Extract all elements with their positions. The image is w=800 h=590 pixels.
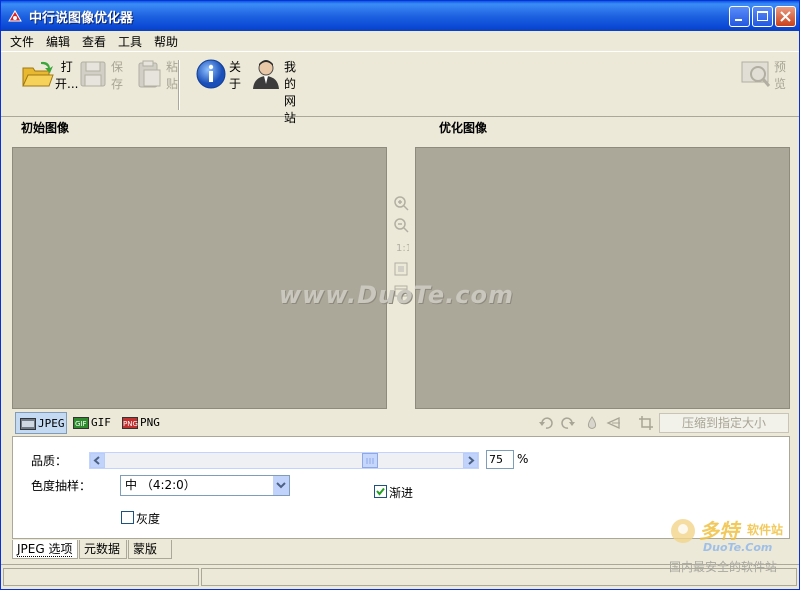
zoom-in-icon[interactable]: [393, 195, 409, 211]
menu-tools[interactable]: 工具: [118, 33, 142, 50]
grayscale-checkbox[interactable]: [121, 511, 134, 524]
maximize-button[interactable]: [752, 6, 773, 27]
subsampling-label: 色度抽样：: [31, 479, 92, 493]
quality-unit: %: [517, 452, 529, 466]
menu-edit[interactable]: 编辑: [46, 33, 70, 50]
undo-icon[interactable]: [538, 415, 554, 431]
png-file-icon: PNG: [122, 417, 138, 429]
zoom-controls: 1:1: [387, 147, 415, 409]
title-bar[interactable]: 中行说图像优化器: [1, 1, 799, 31]
preview-magnifier-icon: [741, 61, 771, 87]
fit-window-icon[interactable]: [393, 261, 409, 277]
paste-button[interactable]: 粘贴: [128, 58, 178, 93]
close-icon: [780, 11, 791, 22]
subsampling-value: 中 （4:2:0）: [125, 478, 196, 492]
tab-jpeg-options[interactable]: JPEG 选项: [12, 540, 78, 559]
progressive-label: 渐进: [389, 486, 414, 500]
chevron-right-icon: [468, 456, 475, 465]
logo-url-text: DuoTe.Com: [703, 541, 773, 554]
subsampling-select[interactable]: 中 （4:2:0）: [120, 475, 290, 496]
site-watermark: www.DuoTe.com: [279, 281, 514, 309]
logo-tagline: 国内最安全的软件站: [669, 560, 778, 574]
toolbar-separator: [178, 60, 180, 110]
chevron-down-icon: [276, 482, 286, 489]
redo-icon[interactable]: [560, 415, 576, 431]
info-icon: [196, 59, 226, 89]
duote-logo-watermark: 多特 软件站 DuoTe.Com 国内最安全的软件站: [669, 513, 793, 577]
color-drop-icon[interactable]: [584, 415, 600, 431]
crop-icon[interactable]: [638, 415, 654, 431]
svg-text:1:1: 1:1: [396, 243, 409, 254]
chevron-left-icon: [93, 456, 100, 465]
optimized-image-heading: 优化图像: [439, 121, 488, 135]
open-button[interactable]: 打开...: [15, 58, 78, 93]
minimize-button[interactable]: [729, 6, 750, 27]
menu-view[interactable]: 查看: [82, 33, 106, 50]
menu-bar: 文件 编辑 查看 工具 帮助: [1, 31, 799, 51]
tab-jpeg[interactable]: JPEG: [15, 412, 67, 434]
slider-thumb[interactable]: [362, 453, 378, 468]
grayscale-label: 灰度: [136, 512, 161, 526]
about-button[interactable]: 关于: [191, 58, 241, 93]
close-button[interactable]: [775, 6, 796, 27]
minimize-icon: [735, 19, 742, 21]
gif-file-icon: GIF: [73, 417, 89, 429]
toolbar: 打开... 保存 粘贴 关于 我的网站 预览: [1, 51, 799, 125]
save-disk-icon: [80, 61, 106, 87]
jpeg-file-icon: [20, 418, 36, 430]
preview-button[interactable]: 预览: [737, 58, 786, 93]
quality-label: 品质：: [31, 454, 68, 468]
compress-to-size-button[interactable]: 压缩到指定大小: [659, 413, 789, 433]
optimized-image-pane[interactable]: [415, 147, 790, 409]
compare-icon[interactable]: [606, 415, 622, 431]
grip-icon: [366, 458, 374, 464]
quality-slider[interactable]: [89, 452, 479, 469]
slider-left-arrow[interactable]: [90, 453, 105, 468]
tab-metadata[interactable]: 元数据: [79, 540, 127, 559]
paste-clipboard-icon: [138, 60, 161, 88]
dropdown-button[interactable]: [273, 476, 289, 495]
slider-right-arrow[interactable]: [463, 453, 478, 468]
original-image-pane[interactable]: [12, 147, 387, 409]
open-folder-icon: [22, 61, 54, 87]
quality-input[interactable]: 75: [486, 450, 514, 469]
svg-text:PNG: PNG: [123, 420, 138, 428]
website-button[interactable]: 我的网站: [239, 58, 296, 125]
app-icon: [8, 10, 22, 22]
user-avatar-icon: [253, 60, 279, 89]
zoom-out-icon[interactable]: [393, 217, 409, 233]
menu-help[interactable]: 帮助: [154, 33, 178, 50]
save-button[interactable]: 保存: [75, 58, 123, 93]
logo-main-text: 多特: [699, 519, 739, 543]
original-image-heading: 初始图像: [21, 121, 70, 135]
maximize-icon: [757, 11, 768, 21]
progressive-checkbox[interactable]: [374, 485, 387, 498]
tab-png[interactable]: PNG PNG: [118, 412, 168, 434]
menu-file[interactable]: 文件: [10, 33, 34, 50]
tab-gif[interactable]: GIF GIF: [69, 412, 117, 434]
tab-mask[interactable]: 蒙版: [128, 540, 172, 559]
logo-sub-text: 软件站: [747, 523, 784, 537]
app-window: 中行说图像优化器 文件 编辑 查看 工具 帮助 打开... 保存 粘贴 关于 我…: [0, 0, 800, 590]
status-cell: [3, 568, 199, 586]
checkmark-icon: [376, 487, 385, 496]
svg-text:GIF: GIF: [75, 420, 87, 428]
actual-size-icon[interactable]: 1:1: [393, 239, 409, 255]
window-title: 中行说图像优化器: [29, 11, 134, 26]
format-tabs: JPEG GIF GIF PNG PNG 压缩到指定大小: [12, 411, 790, 435]
